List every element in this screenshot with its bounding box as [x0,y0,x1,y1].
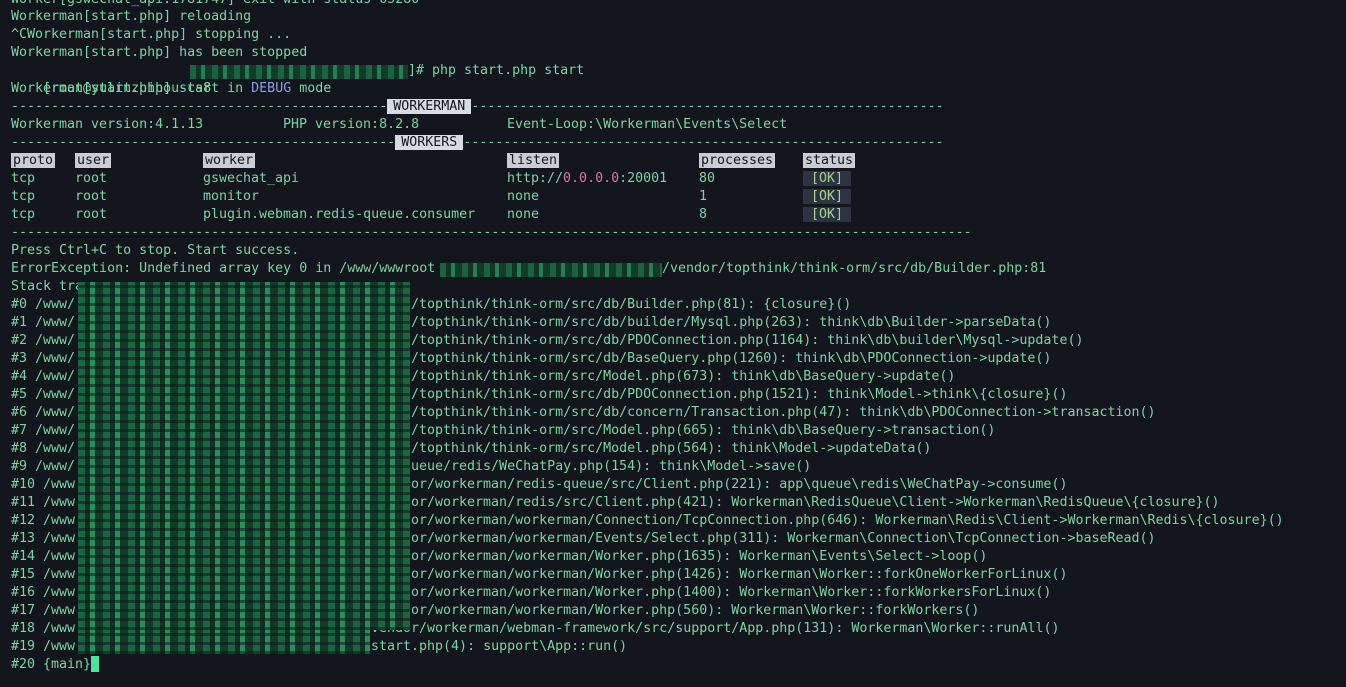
log-line: ^CWorkerman[start.php] stopping ... [11,27,292,42]
header-user: user [75,153,112,168]
text-cursor [91,656,100,672]
trace-line-number: #17 /www [11,603,76,618]
workers-tag: WORKERS [395,135,464,150]
separator-line: ----------------------------------------… [11,225,972,240]
table-cell-listen: http://0.0.0.0:20001 [507,171,668,186]
trace-line-text: or/workerman/workerman/Worker.php(560): … [411,603,980,618]
prompt-line[interactable]: #20 {main} [11,656,100,674]
trace-line-number: #7 /www/ [11,423,76,438]
trace-line-number: #1 /www/ [11,315,76,330]
table-cell-proto: tcp [11,207,36,222]
trace-line-text: or/workerman/workerman/Connection/TcpCon… [411,513,1284,528]
terminal-window[interactable]: Worker[gswechat_api:1781747] exit with s… [0,0,1346,687]
trace-line-number: #9 /www/ [11,459,76,474]
trace-line-text: start.php(4): support\App::run() [371,639,628,654]
trace-line-text: or/workerman/redis-queue/src/Client.php(… [411,477,1068,492]
table-cell-proto: tcp [11,189,36,204]
trace-line-number: #14 /www [11,549,76,564]
trace-line-text: or/workerman/workerman/Worker.php(1426):… [411,567,1068,582]
trace-line-text: /topthink/think-orm/src/db/PDOConnection… [411,333,1084,348]
trace-line-number: #5 /www/ [11,387,76,402]
trace-line-text: /topthink/think-orm/src/db/BaseQuery.php… [411,351,1052,366]
table-cell-listen: none [507,207,540,222]
trace-main: #20 {main} [11,657,92,672]
start-mode-line: Workerman[start.php] start in DEBUG mode [11,81,332,96]
error-line-start: ErrorException: Undefined array key 0 in… [11,261,436,276]
table-cell-processes: 8 [699,207,708,222]
header-processes: processes [699,153,776,168]
redacted-trace-paths [78,282,410,630]
start-success-line: Press Ctrl+C to stop. Start success. [11,243,300,258]
version-workerman: Workerman version:4.1.13 [11,117,204,132]
debug-label: DEBUG [251,81,292,96]
trace-line-number: #12 /www [11,513,76,528]
status-badge: [OK] [803,170,852,188]
log-line: Workerman[start.php] reloading [11,9,252,24]
trace-line-text: or/workerman/workerman/Worker.php(1400):… [411,585,1052,600]
table-cell-user: root [75,189,108,204]
table-cell-worker: monitor [203,189,260,204]
trace-line-text: /topthink/think-orm/src/db/concern/Trans… [411,405,1156,420]
redacted-trace-paths-bottom [78,630,370,654]
trace-line-text: vendor/workerman/webman-framework/src/su… [371,621,1060,636]
trace-line-number: #6 /www/ [11,405,76,420]
trace-line-number: #18 /www [11,621,76,636]
table-cell-processes: 80 [699,171,716,186]
status-badge: [OK] [803,206,852,224]
workerman-tag: WORKERMAN [387,99,472,114]
trace-line-number: #13 /www [11,531,76,546]
trace-line-number: #16 /www [11,585,76,600]
trace-line-number: #10 /www [11,477,76,492]
trace-line-number: #3 /www/ [11,351,76,366]
trace-line-text: /topthink/think-orm/src/Model.php(673): … [411,369,956,384]
shell-command: ]# php start.php start [408,63,585,78]
trace-line-text: or/workerman/workerman/Worker.php(1635):… [411,549,988,564]
table-cell-user: root [75,171,108,186]
error-line-end: /vendor/topthink/think-orm/src/db/Builde… [662,261,1047,276]
trace-line-number: #19 /www [11,639,76,654]
trace-line-number: #2 /www/ [11,333,76,348]
header-proto: proto [11,153,56,168]
status-badge: [OK] [803,188,852,206]
trace-line-text: /topthink/think-orm/src/Model.php(564): … [411,441,932,456]
table-cell-worker: plugin.webman.redis-queue.consumer [203,207,476,222]
trace-line-number: #15 /www [11,567,76,582]
trace-line-text: /topthink/think-orm/src/db/PDOConnection… [411,387,1068,402]
separator-workerman: ----------------------------------------… [11,99,944,114]
header-listen: listen [507,153,560,168]
table-cell-proto: tcp [11,171,36,186]
trace-line-number: #11 /www [11,495,76,510]
trace-line-text: /topthink/think-orm/src/db/Builder.php(8… [411,297,852,312]
redacted-path [440,263,662,277]
redacted-hostname [190,65,408,79]
trace-line-text: /topthink/think-orm/src/db/builder/Mysql… [411,315,1052,330]
trace-line-number: #8 /www/ [11,441,76,456]
table-cell-user: root [75,207,108,222]
header-status: status [803,153,856,168]
trace-line-text: or/workerman/workerman/Events/Select.php… [411,531,1156,546]
table-cell-worker: gswechat_api [203,171,300,186]
table-cell-processes: 1 [699,189,708,204]
trace-line-number: #4 /www/ [11,369,76,384]
header-worker: worker [203,153,256,168]
trace-line-text: ueue/redis/WeChatPay.php(154): think\Mod… [411,459,812,474]
table-cell-listen: none [507,189,540,204]
trace-line-text: or/workerman/redis/src/Client.php(421): … [411,495,1220,510]
separator-workers: ----------------------------------------… [11,135,944,150]
version-php: PHP version:8.2.8 [283,117,420,132]
event-loop: Event-Loop:\Workerman\Events\Select [507,117,788,132]
log-line: Workerman[start.php] has been stopped [11,45,308,60]
trace-line-number: #0 /www/ [11,297,76,312]
trace-line-text: /topthink/think-orm/src/Model.php(665): … [411,423,996,438]
shell-prompt-line: [root@yulinzhihou-cs8 [11,62,211,96]
